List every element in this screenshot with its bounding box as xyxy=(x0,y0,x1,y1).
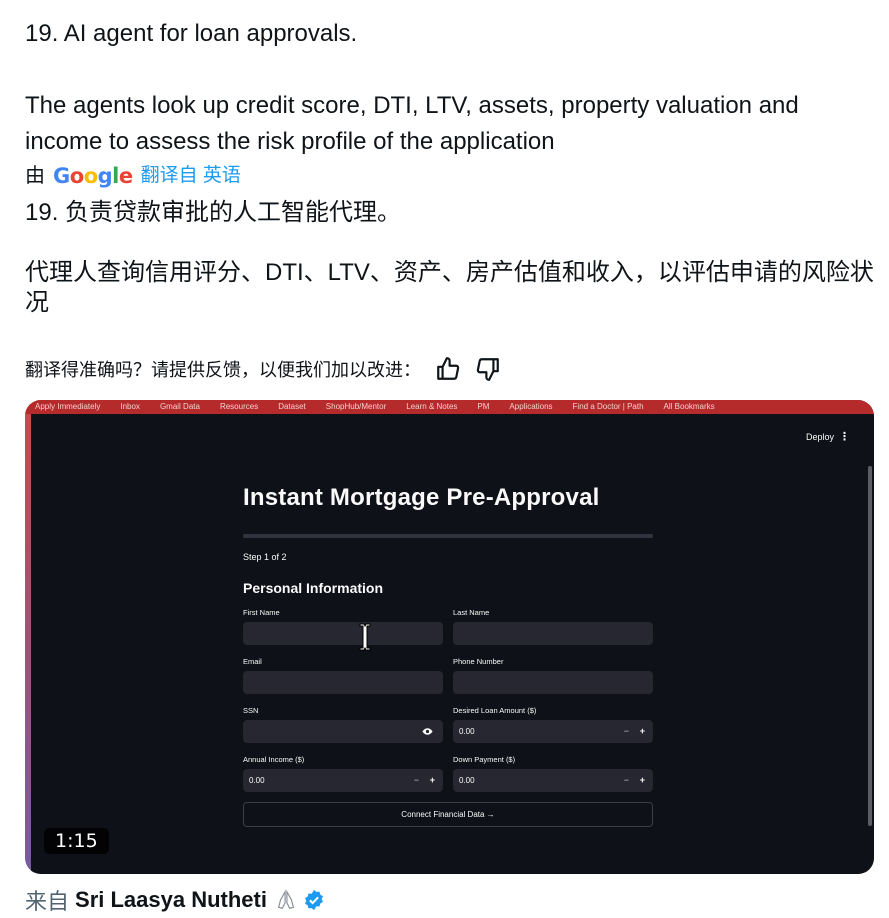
app-screen: Deploy ⋮ Instant Mortgage Pre-Approval S… xyxy=(31,414,874,874)
phone-label: Phone Number xyxy=(453,657,504,666)
translated-by-label: 由 xyxy=(25,165,45,187)
down-payment-group: Down Payment ($) 0.00 − + xyxy=(453,755,653,792)
email-group: Email xyxy=(243,657,443,694)
ssn-group: SSN xyxy=(243,706,443,743)
page-title: Instant Mortgage Pre-Approval xyxy=(243,484,600,511)
loan-amount-label: Desired Loan Amount ($) xyxy=(453,706,537,715)
down-payment-value: 0.00 xyxy=(459,776,475,785)
last-name-label: Last Name xyxy=(453,608,490,617)
feedback-prompt: 翻译得准确吗？请提供反馈，以便我们加以改进： xyxy=(25,360,421,380)
translation-feedback: 翻译得准确吗？请提供反馈，以便我们加以改进： xyxy=(25,356,501,382)
translated-from-link[interactable]: 翻译自 英语 xyxy=(141,163,241,189)
ssn-label: SSN xyxy=(243,706,259,715)
down-payment-decrement[interactable]: − xyxy=(624,769,629,792)
ssn-input[interactable] xyxy=(243,720,443,743)
text-cursor-icon xyxy=(359,623,371,651)
thumbs-up-icon[interactable] xyxy=(435,356,461,382)
bookmark-item[interactable]: All Bookmarks xyxy=(664,402,715,411)
annual-income-input[interactable]: 0.00 − + xyxy=(243,769,443,792)
annual-income-group: Annual Income ($) 0.00 − + xyxy=(243,755,443,792)
email-input[interactable] xyxy=(243,671,443,694)
section-heading: Personal Information xyxy=(243,580,384,596)
bookmark-item[interactable]: Applications xyxy=(509,402,552,411)
bookmark-item[interactable]: ShopHub/Mentor xyxy=(326,402,386,411)
phone-input[interactable] xyxy=(453,671,653,694)
bookmark-item[interactable]: PM xyxy=(477,402,489,411)
loan-amount-value: 0.00 xyxy=(459,727,475,736)
deploy-button[interactable]: Deploy xyxy=(806,432,834,442)
eye-icon[interactable] xyxy=(422,726,433,737)
last-name-group: Last Name xyxy=(453,608,653,645)
author-name[interactable]: Sri Laasya Nutheti xyxy=(75,887,267,913)
google-logo: Google xyxy=(53,164,133,188)
annual-income-value: 0.00 xyxy=(249,776,265,785)
tweet-text: 19. AI agent for loan approvals. The age… xyxy=(25,16,875,160)
translated-line-2: 代理人查询信用评分、DTI、LTV、资产、房产估值和收入，以评估申请的风险状况 xyxy=(25,259,874,316)
from-label: 来自 xyxy=(25,889,70,914)
annual-income-increment[interactable]: + xyxy=(430,769,435,792)
translation-attribution: 由 Google 翻译自 英语 xyxy=(25,163,241,189)
browser-bookmarks-bar: Apply Immediately Inbox Gmail Data Resource… xyxy=(25,400,874,414)
bookmark-item[interactable]: Inbox xyxy=(120,402,140,411)
phone-group: Phone Number xyxy=(453,657,653,694)
last-name-input[interactable] xyxy=(453,622,653,645)
loan-amount-input[interactable]: 0.00 − + xyxy=(453,720,653,743)
first-name-group: First Name xyxy=(243,608,443,645)
loan-amount-group: Desired Loan Amount ($) 0.00 − + xyxy=(453,706,653,743)
annual-income-decrement[interactable]: − xyxy=(414,769,419,792)
down-payment-input[interactable]: 0.00 − + xyxy=(453,769,653,792)
praying-hands-icon xyxy=(277,889,295,909)
bookmark-item[interactable]: Resources xyxy=(220,402,258,411)
connect-financial-data-button[interactable]: Connect Financial Data → xyxy=(243,802,653,827)
tweet-line-1: 19. AI agent for loan approvals. xyxy=(25,20,358,47)
down-payment-label: Down Payment ($) xyxy=(453,755,516,764)
mortgage-form: Instant Mortgage Pre-Approval Step 1 of … xyxy=(243,484,653,827)
down-payment-increment[interactable]: + xyxy=(640,769,645,792)
translated-text: 19. 负责贷款审批的人工智能代理。 代理人查询信用评分、DTI、LTV、资产、… xyxy=(25,198,875,318)
video-player[interactable]: Apply Immediately Inbox Gmail Data Resource… xyxy=(25,400,874,874)
loan-amount-increment[interactable]: + xyxy=(640,720,645,743)
annual-income-label: Annual Income ($) xyxy=(243,755,305,764)
video-source: 来自 Sri Laasya Nutheti xyxy=(25,884,325,916)
bookmark-item[interactable]: Dataset xyxy=(278,402,306,411)
bookmark-item[interactable]: Gmail Data xyxy=(160,402,200,411)
scrollbar[interactable] xyxy=(868,466,872,826)
email-label: Email xyxy=(243,657,262,666)
bookmark-item[interactable]: Apply Immediately xyxy=(35,402,100,411)
step-indicator: Step 1 of 2 xyxy=(243,552,287,562)
translated-line-1: 19. 负责贷款审批的人工智能代理。 xyxy=(25,199,402,226)
more-menu-icon[interactable]: ⋮ xyxy=(839,430,850,443)
video-timestamp: 1:15 xyxy=(44,828,109,854)
tweet-line-2: The agents look up credit score, DTI, LT… xyxy=(25,92,799,155)
first-name-label: First Name xyxy=(243,608,280,617)
thumbs-down-icon[interactable] xyxy=(475,356,501,382)
bookmark-item[interactable]: Find a Doctor | Path xyxy=(573,402,644,411)
progress-bar xyxy=(243,534,653,538)
loan-amount-decrement[interactable]: − xyxy=(624,720,629,743)
bookmark-item[interactable]: Learn & Notes xyxy=(406,402,457,411)
verified-badge-icon xyxy=(304,889,323,911)
first-name-input[interactable] xyxy=(243,622,443,645)
